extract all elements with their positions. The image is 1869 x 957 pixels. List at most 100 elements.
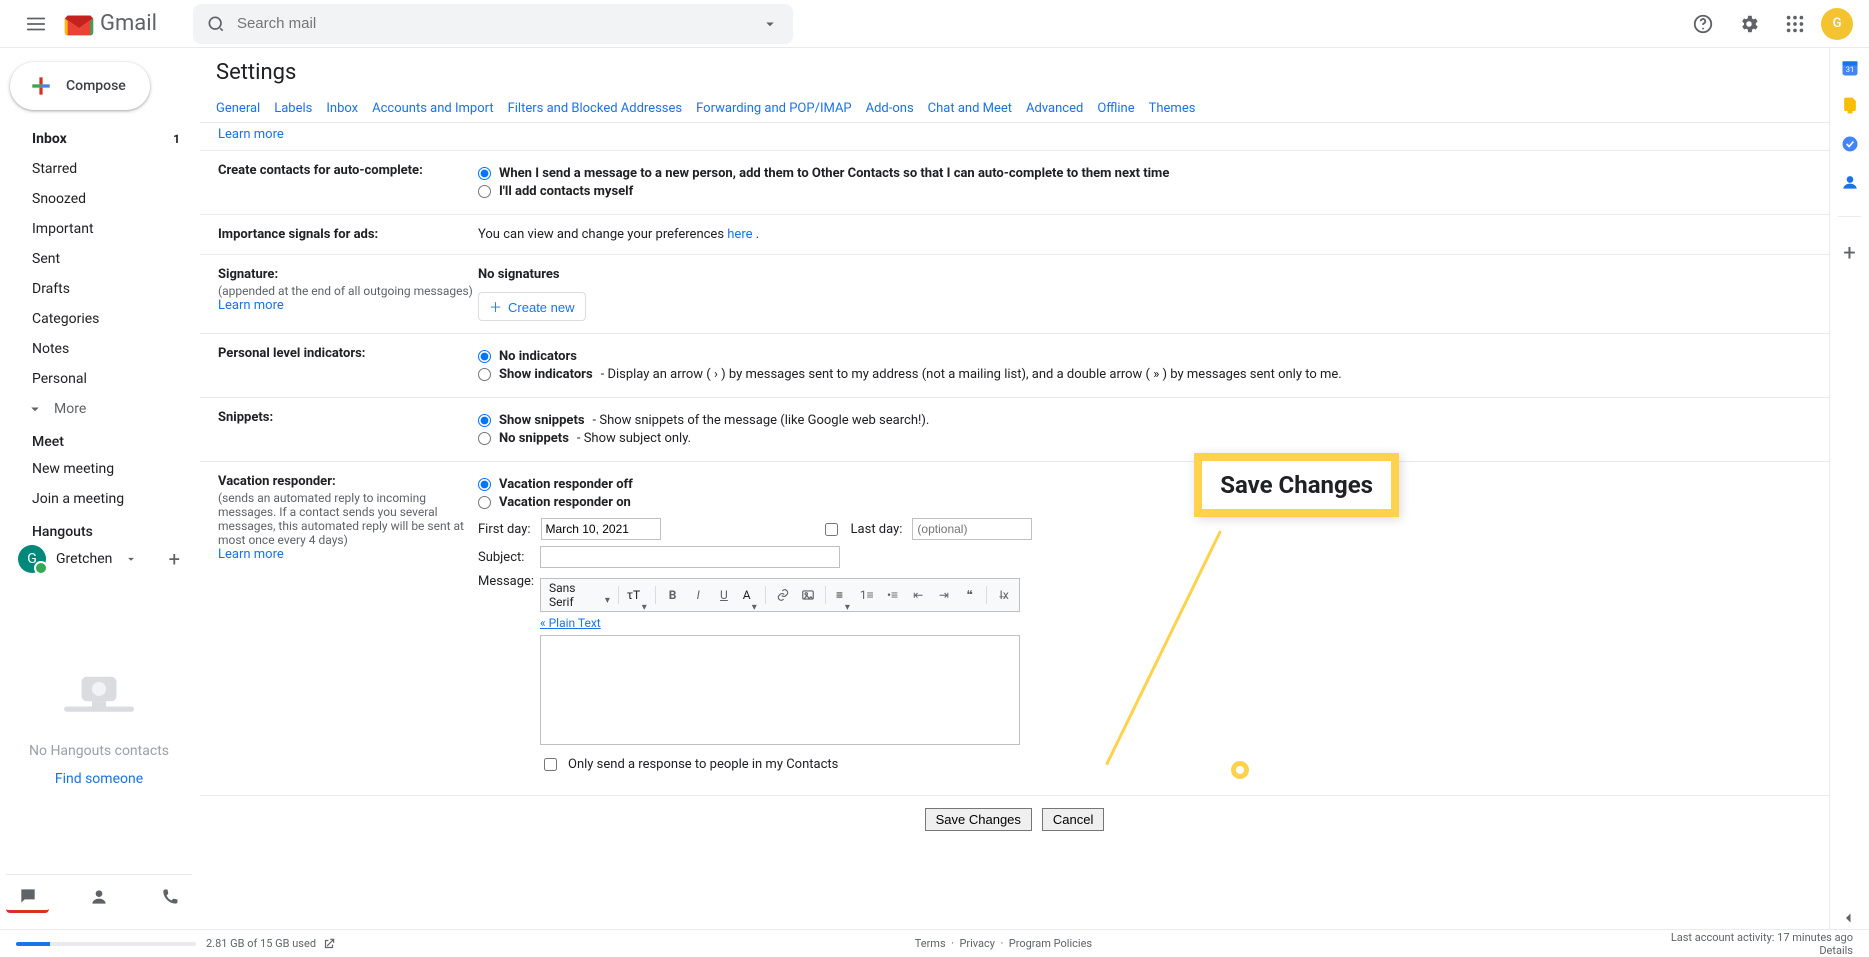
sidebar-item-snoozed[interactable]: Snoozed [6, 184, 192, 214]
sidebar-more[interactable]: More [6, 394, 192, 424]
message-textarea[interactable] [540, 635, 1020, 745]
vacation-radio-on[interactable] [478, 496, 491, 509]
gear-icon[interactable] [1729, 4, 1769, 44]
cancel-button[interactable]: Cancel [1042, 808, 1104, 831]
tab-filters[interactable]: Filters and Blocked Addresses [508, 95, 683, 122]
main-menu-icon[interactable] [16, 4, 56, 44]
calendar-icon[interactable]: 31 [1840, 58, 1860, 78]
tab-inbox[interactable]: Inbox [326, 95, 358, 122]
only-contacts-checkbox[interactable] [544, 758, 557, 771]
support-icon[interactable] [1683, 4, 1723, 44]
search-input[interactable] [233, 15, 753, 32]
last-day-label: Last day: [851, 522, 903, 537]
italic-icon[interactable]: I [687, 584, 709, 606]
autocomplete-radio-no[interactable] [478, 185, 491, 198]
meet-join-meeting[interactable]: Join a meeting [6, 484, 192, 514]
tab-themes[interactable]: Themes [1149, 95, 1196, 122]
rail-collapse-icon[interactable] [1840, 909, 1860, 929]
clear-format-icon[interactable]: I̶x [993, 584, 1015, 606]
hangouts-self[interactable]: G Gretchen + [6, 544, 192, 574]
footer-policies[interactable]: Program Policies [1009, 937, 1092, 950]
save-button[interactable]: Save Changes [925, 808, 1032, 831]
autocomplete-opt2: I'll add contacts myself [499, 184, 633, 199]
sidebar-item-personal[interactable]: Personal [6, 364, 192, 394]
vacation-opt-on: Vacation responder on [499, 495, 631, 510]
fontsize-dropdown[interactable]: τT [625, 588, 649, 602]
create-signature-button[interactable]: ＋Create new [478, 292, 586, 321]
quote-icon[interactable]: ❝ [959, 584, 981, 606]
first-day-input[interactable] [541, 518, 661, 540]
align-dropdown[interactable]: ≡ [832, 588, 852, 602]
search-bar[interactable] [193, 4, 793, 44]
vacation-learn-more[interactable]: Learn more [218, 547, 284, 562]
save-button-label: Save Changes [936, 812, 1021, 827]
tab-accounts-import[interactable]: Accounts and Import [372, 95, 493, 122]
indicators-radio-no[interactable] [478, 350, 491, 363]
hangouts-contacts-tab-icon[interactable] [77, 881, 120, 913]
tab-labels[interactable]: Labels [274, 95, 312, 122]
subject-input[interactable] [540, 546, 840, 568]
underline-icon[interactable]: U [713, 584, 735, 606]
ads-here-link[interactable]: here [727, 227, 752, 242]
hangouts-chat-tab-icon[interactable] [6, 881, 49, 913]
plus-icon[interactable]: + [169, 549, 180, 569]
sidebar-item-important[interactable]: Important [6, 214, 192, 244]
indicators-radio-show[interactable] [478, 368, 491, 381]
vacation-radio-off[interactable] [478, 478, 491, 491]
tab-chat-meet[interactable]: Chat and Meet [928, 95, 1012, 122]
avatar[interactable]: G [1821, 8, 1853, 40]
footer-terms[interactable]: Terms [915, 937, 946, 950]
hangouts-find-someone[interactable]: Find someone [55, 771, 143, 787]
get-addons-icon[interactable]: + [1840, 241, 1860, 261]
tab-offline[interactable]: Offline [1097, 95, 1134, 122]
bold-icon[interactable]: B [662, 584, 684, 606]
font-dropdown[interactable]: Sans Serif [545, 581, 612, 609]
link-icon[interactable] [772, 584, 794, 606]
last-day-checkbox[interactable] [825, 523, 838, 536]
plain-text-link[interactable]: « Plain Text [540, 616, 601, 630]
indicators-opt2a: Show indicators [499, 367, 593, 382]
sidebar-item-label: Sent [32, 251, 60, 267]
chevron-down-icon[interactable] [124, 552, 138, 566]
meet-new-meeting[interactable]: New meeting [6, 454, 192, 484]
chevron-down-icon[interactable] [753, 4, 787, 44]
tab-addons[interactable]: Add-ons [866, 95, 914, 122]
annotation-callout-text: Save Changes [1220, 471, 1373, 499]
annotation-dot [1231, 761, 1249, 779]
tasks-icon[interactable] [1840, 134, 1860, 154]
footer-details[interactable]: Details [1819, 944, 1853, 957]
image-icon[interactable] [797, 584, 819, 606]
hangouts-phone-tab-icon[interactable] [149, 881, 192, 913]
indicators-label: Personal level indicators: [218, 346, 365, 361]
outdent-icon[interactable]: ⇤ [907, 584, 929, 606]
learn-more-top[interactable]: Learn more [218, 127, 284, 142]
tab-forwarding[interactable]: Forwarding and POP/IMAP [696, 95, 852, 122]
snippets-radio-no[interactable] [478, 432, 491, 445]
textcolor-dropdown[interactable]: A [739, 588, 759, 602]
compose-button[interactable]: Compose [10, 62, 150, 110]
meet-section-label: Meet [6, 424, 192, 454]
keep-icon[interactable] [1840, 96, 1860, 116]
signature-learn-more[interactable]: Learn more [218, 298, 284, 313]
sidebar-item-starred[interactable]: Starred [6, 154, 192, 184]
last-day-input[interactable] [912, 518, 1032, 540]
sidebar-item-categories[interactable]: Categories [6, 304, 192, 334]
tab-general[interactable]: General [216, 95, 260, 122]
bulleted-list-icon[interactable]: •≡ [882, 584, 904, 606]
sidebar-item-notes[interactable]: Notes [6, 334, 192, 364]
tab-advanced[interactable]: Advanced [1026, 95, 1083, 122]
snippets-radio-show[interactable] [478, 414, 491, 427]
gmail-logo[interactable]: Gmail [62, 11, 157, 37]
sidebar-item-drafts[interactable]: Drafts [6, 274, 192, 304]
autocomplete-radio-yes[interactable] [478, 167, 491, 180]
search-icon[interactable] [199, 4, 233, 44]
apps-grid-icon[interactable] [1775, 4, 1815, 44]
sidebar-item-inbox[interactable]: Inbox 1 [6, 124, 192, 154]
footer-privacy[interactable]: Privacy [959, 937, 995, 950]
rail-divider [1838, 216, 1861, 217]
contacts-icon[interactable] [1840, 172, 1860, 192]
quota-manage-icon[interactable] [322, 937, 336, 951]
indent-icon[interactable]: ⇥ [933, 584, 955, 606]
numbered-list-icon[interactable]: 1≡ [856, 584, 878, 606]
sidebar-item-sent[interactable]: Sent [6, 244, 192, 274]
